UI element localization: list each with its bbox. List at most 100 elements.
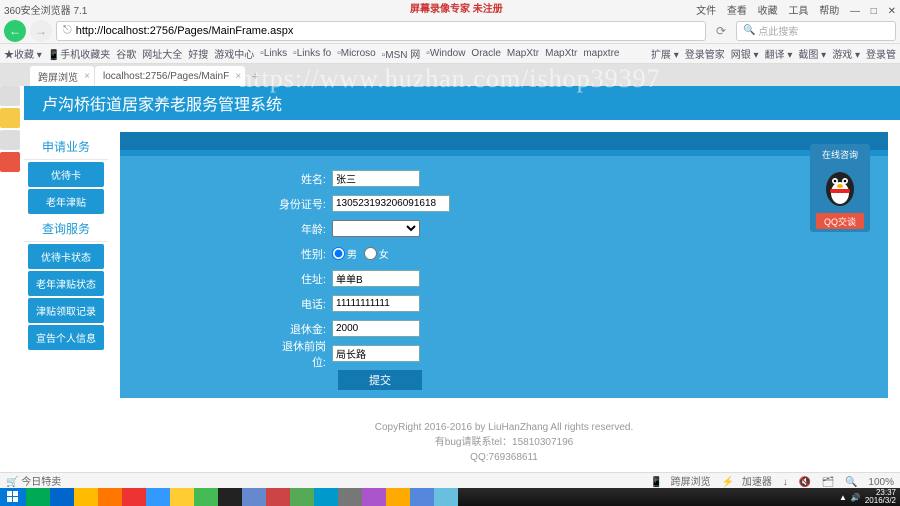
tray-icon[interactable]: 🔊 [851, 493, 861, 502]
menu-help[interactable]: 帮助 [819, 6, 839, 17]
bm-item[interactable]: 📱手机收藏夹 [48, 46, 110, 61]
bm-item[interactable]: MapXtr [507, 48, 539, 59]
bm-item[interactable]: 游戏中心 [214, 46, 254, 61]
task-icon[interactable] [50, 488, 74, 506]
tab[interactable]: 跨屏浏览× [30, 66, 94, 86]
task-icon[interactable] [242, 488, 266, 506]
menu-fav[interactable]: 收藏 [758, 6, 778, 17]
radio-male[interactable] [332, 247, 345, 260]
mute-icon[interactable]: 🔇 [798, 477, 810, 488]
task-icon[interactable] [314, 488, 338, 506]
window-min[interactable]: — [850, 6, 860, 17]
task-icon[interactable] [338, 488, 362, 506]
chat-widget[interactable]: 在线咨询 QQ交谈 [810, 144, 870, 232]
bm-right[interactable]: 游戏 ▾ [832, 46, 860, 61]
main-panel: 姓名: 身份证号: 年龄: 性别: 男 女 住址: 电话: 退休金: 退休前岗位… [108, 120, 900, 472]
window-max[interactable]: □ [871, 6, 877, 17]
window-close[interactable]: ✕ [888, 6, 896, 17]
task-icon[interactable] [146, 488, 170, 506]
task-icon[interactable] [122, 488, 146, 506]
bm-right[interactable]: 扩展 ▾ [651, 46, 679, 61]
menu-view[interactable]: 查看 [727, 6, 747, 17]
download-icon[interactable]: ↓ [783, 477, 788, 488]
task-icon[interactable] [386, 488, 410, 506]
url-input[interactable]: ⎋ http://localhost:2756/Pages/MainFrame.… [56, 21, 706, 41]
nav-forward-button[interactable]: → [30, 20, 52, 42]
bm-item[interactable]: ▫MSN 网 [382, 46, 421, 61]
task-icon[interactable] [98, 488, 122, 506]
launcher-icon[interactable] [0, 152, 20, 172]
tab-strip: 跨屏浏览× localhost:2756/Pages/MainF× + [0, 64, 900, 86]
bm-item[interactable]: mapxtre [583, 48, 619, 59]
tab-active[interactable]: localhost:2756/Pages/MainF× [95, 66, 245, 86]
clock[interactable]: 23:372016/3/2 [865, 489, 896, 505]
sidebar-item[interactable]: 老年津贴状态 [28, 271, 104, 296]
sidebar-item[interactable]: 老年津贴 [28, 189, 104, 214]
input-pension[interactable] [332, 320, 420, 337]
launcher-icon[interactable] [0, 86, 20, 106]
bm-item[interactable]: 谷歌 [116, 46, 136, 61]
select-age[interactable] [332, 220, 420, 237]
bm-right[interactable]: 登录管 [866, 46, 896, 61]
input-id[interactable] [332, 195, 450, 212]
sidebar-item[interactable]: 津贴领取记录 [28, 298, 104, 323]
bookmarks-bar: ★收藏 ▾ 📱手机收藏夹 谷歌 网址大全 好搜 游戏中心 ▫Links ▫Lin… [0, 44, 900, 64]
tray-icon[interactable]: ▲ [839, 493, 847, 502]
reload-button[interactable]: ⟳ [710, 20, 732, 42]
input-addr[interactable] [332, 270, 420, 287]
task-icon[interactable] [218, 488, 242, 506]
launcher-icon[interactable] [0, 108, 20, 128]
bm-item[interactable]: 网址大全 [142, 46, 182, 61]
bm-item[interactable]: ▫Microso [337, 48, 376, 59]
launcher-icon[interactable] [0, 130, 20, 150]
input-name[interactable] [332, 170, 420, 187]
tools-icon[interactable]: 🗂 [822, 477, 835, 488]
task-icon[interactable] [434, 488, 458, 506]
submit-button[interactable]: 提交 [338, 370, 422, 390]
taskbar: ▲ 🔊 23:372016/3/2 [0, 488, 900, 506]
status-item[interactable]: 📱跨屏浏览 [650, 477, 710, 488]
chat-button[interactable]: QQ交谈 [816, 213, 864, 229]
task-icon[interactable] [194, 488, 218, 506]
status-item[interactable]: ⚡加速器 [721, 477, 771, 488]
sidebar-item[interactable]: 宣告个人信息 [28, 325, 104, 350]
menu-tools[interactable]: 工具 [788, 6, 808, 17]
zoom-level[interactable]: 🔍 100% [845, 477, 894, 488]
fav-icon[interactable]: ★收藏 ▾ [4, 46, 42, 61]
label-pension: 退休金: [276, 321, 332, 337]
tab-close-icon[interactable]: × [235, 71, 241, 82]
search-input[interactable]: 🔍 点此搜索 [736, 21, 896, 41]
new-tab-button[interactable]: + [246, 68, 264, 86]
bm-item[interactable]: ▫Links fo [293, 48, 331, 59]
task-icons [26, 488, 458, 506]
bm-item[interactable]: ▫Window [426, 48, 465, 59]
bm-right[interactable]: 翻译 ▾ [765, 46, 793, 61]
task-icon[interactable] [410, 488, 434, 506]
search-icon: 🔍 [743, 25, 755, 36]
tab-close-icon[interactable]: × [84, 71, 90, 82]
sidebar-item[interactable]: 优待卡 [28, 162, 104, 187]
sidebar-item[interactable]: 优待卡状态 [28, 244, 104, 269]
bm-item[interactable]: MapXtr [545, 48, 577, 59]
nav-back-button[interactable]: ← [4, 20, 26, 42]
start-button[interactable] [0, 488, 26, 506]
system-tray[interactable]: ▲ 🔊 23:372016/3/2 [839, 489, 900, 505]
menu-file[interactable]: 文件 [696, 6, 716, 17]
bm-right[interactable]: 截图 ▾ [798, 46, 826, 61]
task-icon[interactable] [266, 488, 290, 506]
bm-right[interactable]: 登录管家 [685, 46, 725, 61]
bm-item[interactable]: ▫Links [260, 48, 287, 59]
task-icon[interactable] [170, 488, 194, 506]
task-icon[interactable] [74, 488, 98, 506]
lock-icon: ⎋ [63, 24, 72, 37]
status-left[interactable]: 🛒 今日特卖 [6, 473, 61, 488]
task-icon[interactable] [290, 488, 314, 506]
input-tel[interactable] [332, 295, 420, 312]
task-icon[interactable] [26, 488, 50, 506]
radio-female[interactable] [364, 247, 377, 260]
bm-item[interactable]: Oracle [471, 48, 500, 59]
bm-right[interactable]: 网银 ▾ [731, 46, 759, 61]
bm-item[interactable]: 好搜 [188, 46, 208, 61]
input-post[interactable] [332, 345, 420, 362]
task-icon[interactable] [362, 488, 386, 506]
